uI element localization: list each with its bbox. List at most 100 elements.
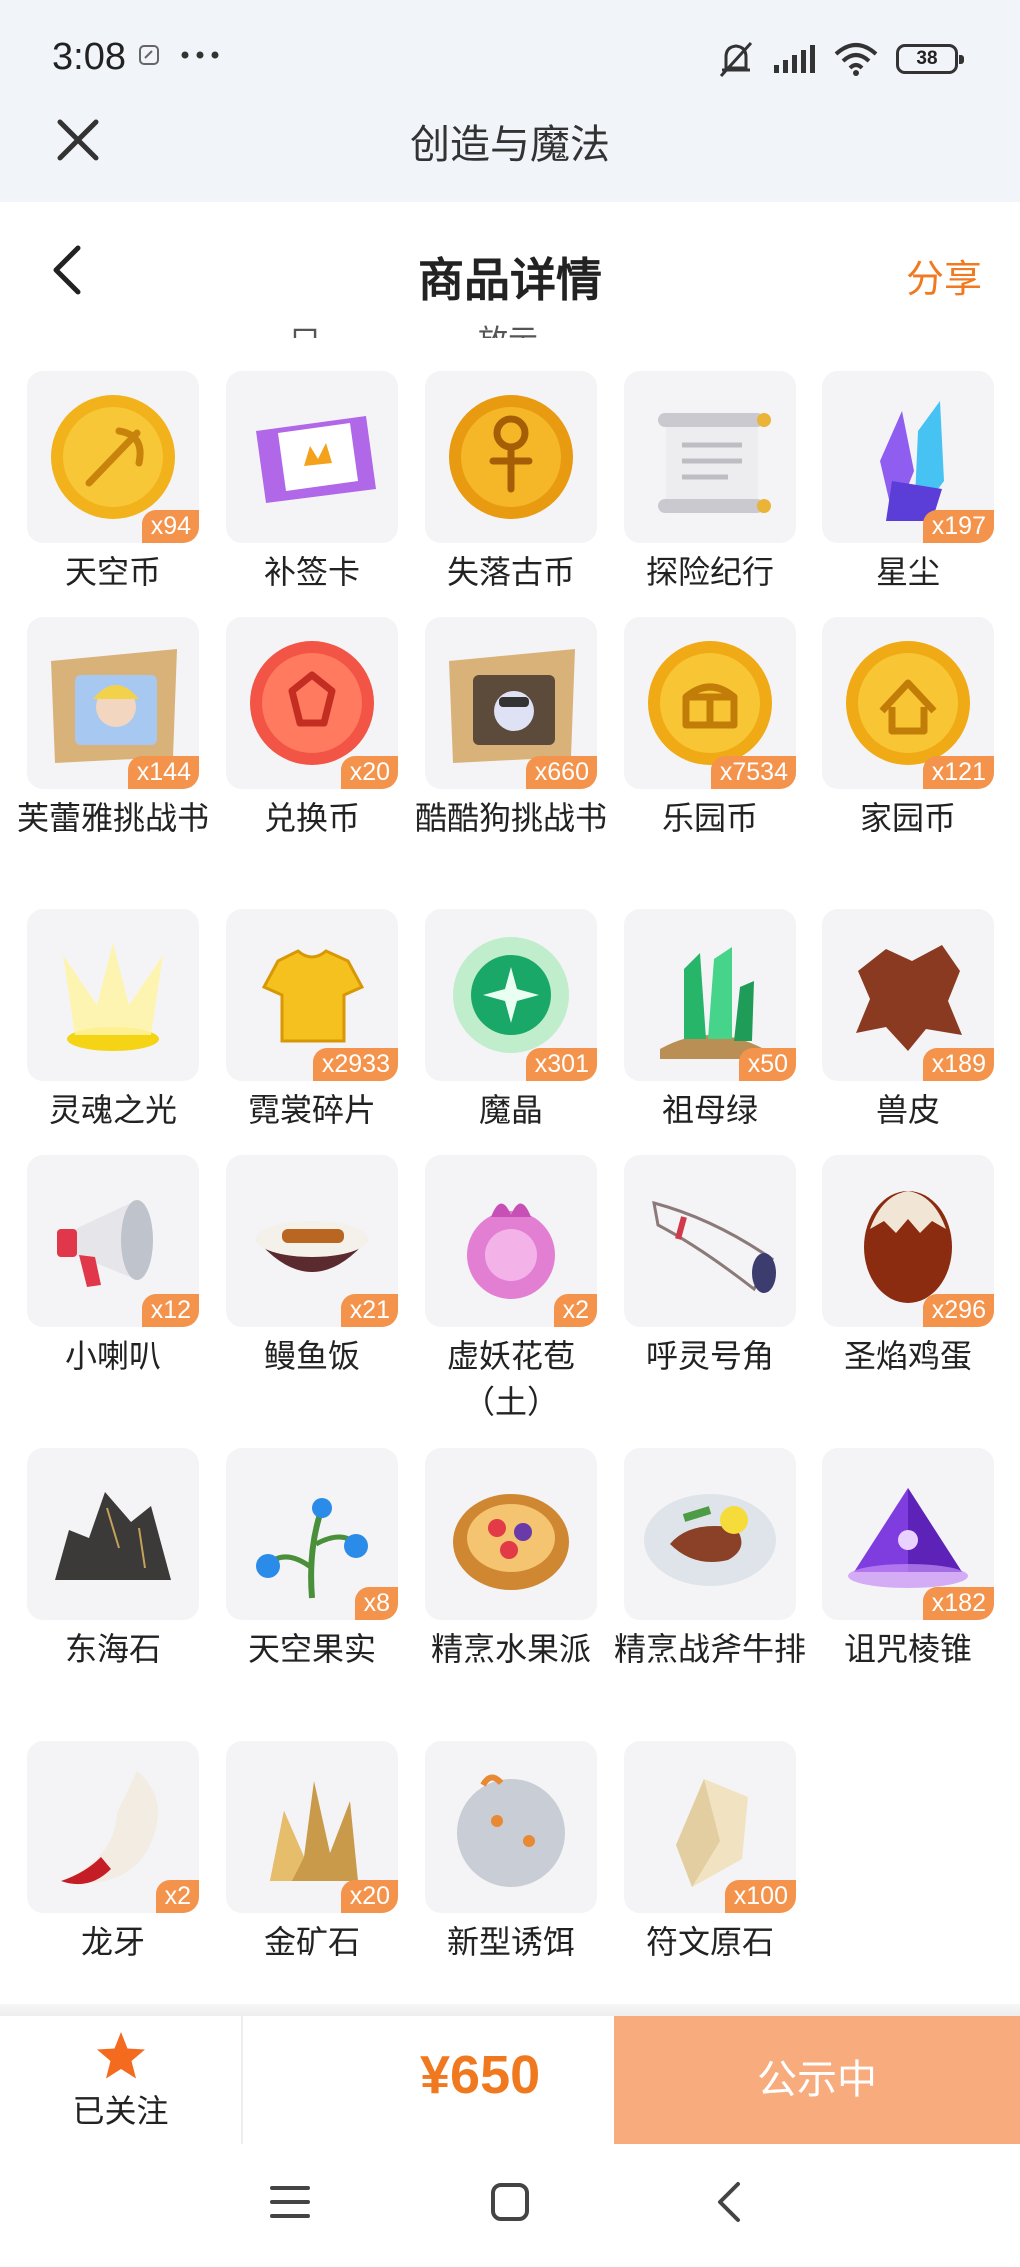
quantity-badge: x144 (127, 756, 199, 789)
item-name: 乐园币 (661, 799, 758, 837)
grid-item[interactable]: x2 虚妖花苞（土） (425, 1155, 597, 1425)
item-tile: x20 (226, 617, 398, 789)
grid-item[interactable]: x21 鳗鱼饭 (226, 1155, 398, 1379)
item-name: 精烹水果派 (430, 1630, 591, 1668)
signal-icon (774, 45, 815, 73)
grid-item[interactable]: x296 圣焰鸡蛋 (822, 1155, 994, 1379)
quantity-badge: x182 (922, 1587, 994, 1620)
quantity-badge: x189 (922, 1048, 994, 1081)
item-name: 天空果实 (247, 1630, 376, 1668)
clipped-label: 口 (290, 316, 320, 338)
page-header: 商品详情 分享 (0, 202, 1020, 332)
item-name: 失落古币 (446, 553, 575, 591)
grid-item[interactable]: x94 天空币 (27, 371, 199, 595)
grid-item[interactable]: x8 天空果实 (226, 1448, 398, 1672)
item-tile (624, 1448, 796, 1620)
grid-item[interactable]: x7534 乐园币 (624, 617, 796, 841)
item-tile: x660 (425, 617, 597, 789)
notification-app-icon (139, 45, 159, 65)
grid-item[interactable]: 呼灵号角 (624, 1155, 796, 1379)
price: ¥650 (420, 2045, 541, 2105)
grid-item[interactable]: x660 酷酷狗挑战书 (415, 617, 607, 841)
clipped-label: 放示 (478, 316, 538, 338)
item-tile: x8 (226, 1448, 398, 1620)
follow-button[interactable]: 已关注 (0, 2016, 243, 2144)
item-tile: x100 (624, 1741, 796, 1913)
grid-item[interactable]: x20 金矿石 (226, 1741, 398, 1965)
item-name: 东海石 (64, 1630, 161, 1668)
item-tile (425, 1448, 597, 1620)
grid-item[interactable]: 灵魂之光 (27, 909, 199, 1133)
menu-icon[interactable] (260, 2172, 320, 2232)
quantity-badge: x50 (738, 1048, 796, 1081)
item-tile: x7534 (624, 617, 796, 789)
item-name: 鳗鱼饭 (263, 1337, 360, 1375)
grid-item[interactable]: 探险纪行 (624, 371, 796, 595)
grid-item[interactable]: x100 符文原石 (624, 1741, 796, 1965)
quantity-badge: x94 (141, 510, 199, 543)
home-square-icon[interactable] (480, 2172, 540, 2232)
grid-item[interactable]: x121 家园币 (822, 617, 994, 841)
grid-item[interactable]: 精烹水果派 (425, 1448, 597, 1672)
share-button[interactable]: 分享 (906, 248, 982, 303)
steak-icon (644, 1494, 776, 1586)
quantity-badge: x100 (724, 1880, 796, 1913)
item-name: 龙牙 (80, 1923, 145, 1961)
public-notice-button[interactable]: 公示中 (614, 2016, 1020, 2144)
item-name: 魔晶 (478, 1091, 543, 1129)
quantity-badge: x20 (340, 756, 398, 789)
grid-item[interactable]: x197 星尘 (822, 371, 994, 595)
grid-item[interactable]: 精烹战斧牛排 (614, 1448, 806, 1672)
grid-item[interactable]: 补签卡 (226, 371, 398, 595)
grid-item[interactable]: x301 魔晶 (425, 909, 597, 1133)
horn-icon (652, 1200, 776, 1293)
page-title: 商品详情 (418, 253, 602, 307)
item-tile: x182 (822, 1448, 994, 1620)
grid-item[interactable]: x50 祖母绿 (624, 909, 796, 1133)
grid-item[interactable]: x2 龙牙 (27, 1741, 199, 1965)
back-triangle-icon[interactable] (700, 2172, 760, 2232)
item-name: 芙蕾雅挑战书 (16, 799, 209, 837)
grid-item[interactable]: x12 小喇叭 (27, 1155, 199, 1379)
item-tile: x2933 (226, 909, 398, 1081)
status-time: 3:08 (52, 36, 126, 78)
grid-item[interactable]: 东海石 (27, 1448, 199, 1672)
item-name: 家园币 (859, 799, 956, 837)
quantity-badge: x7534 (710, 756, 796, 789)
item-name: 灵魂之光 (48, 1091, 177, 1129)
item-tile: x189 (822, 909, 994, 1081)
grid-item[interactable]: x189 兽皮 (822, 909, 994, 1133)
item-name: 小喇叭 (64, 1337, 161, 1375)
item-name: 霓裳碎片 (247, 1091, 376, 1129)
webview-title-bar: 创造与魔法 (0, 98, 1020, 202)
item-name: 星尘 (875, 553, 940, 591)
quantity-badge: x2 (553, 1294, 597, 1327)
item-name: 天空币 (64, 553, 161, 591)
item-tile: x50 (624, 909, 796, 1081)
item-name: 兑换币 (263, 799, 360, 837)
grid-item[interactable]: x144 芙蕾雅挑战书 (17, 617, 209, 841)
quantity-badge: x2933 (312, 1048, 398, 1081)
item-name: 符文原石 (645, 1923, 774, 1961)
item-tile (27, 909, 199, 1081)
item-name: 探险纪行 (645, 553, 774, 591)
item-tile (27, 1448, 199, 1620)
bottom-action-bar: 已关注 ¥650 公示中 (0, 2016, 1020, 2144)
grid-item[interactable]: x182 诅咒棱锥 (822, 1448, 994, 1672)
item-name: 呼灵号角 (645, 1337, 774, 1375)
item-tile: x2 (425, 1155, 597, 1327)
grid-item[interactable]: x20 兑换币 (226, 617, 398, 841)
grid-item[interactable]: 失落古币 (425, 371, 597, 595)
item-tile (226, 371, 398, 543)
quantity-badge: x121 (922, 756, 994, 789)
item-name: 精烹战斧牛排 (613, 1630, 806, 1668)
item-tile: x21 (226, 1155, 398, 1327)
grid-item[interactable]: 新型诱饵 (425, 1741, 597, 1965)
quantity-badge: x2 (155, 1880, 199, 1913)
scroll-icon (658, 413, 771, 513)
item-tile (425, 371, 597, 543)
webview-title: 创造与魔法 (410, 122, 610, 168)
grid-item[interactable]: x2933 霓裳碎片 (226, 909, 398, 1133)
quantity-badge: x20 (340, 1880, 398, 1913)
item-name: 补签卡 (263, 553, 360, 591)
